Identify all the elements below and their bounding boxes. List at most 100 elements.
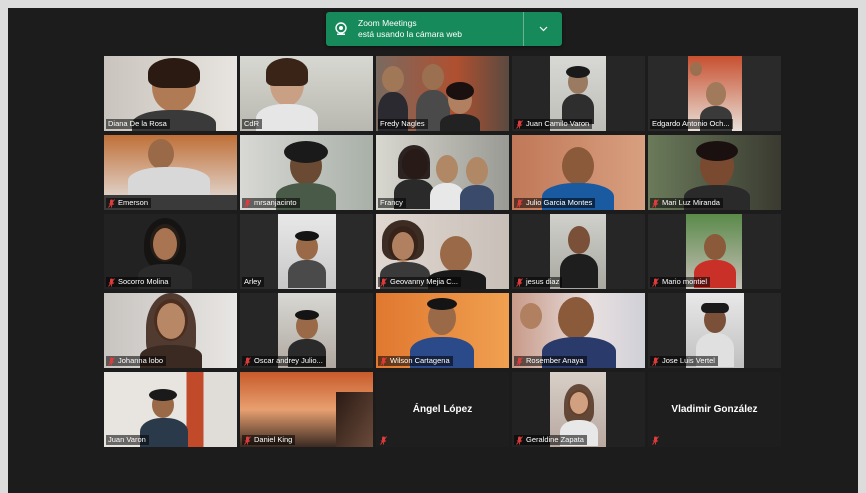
participant-name: CdR [244,119,260,128]
participant-label: Julio Garcia Montes [514,198,596,208]
camera-notification[interactable]: Zoom Meetings está usando la cámara web [326,12,562,46]
participant-name: Geovanny Mejia C... [390,277,458,286]
video-tile[interactable]: Juan Camilo Varon [512,56,645,131]
participant-label: Wilson Cartagena [378,356,453,366]
mic-muted-icon [516,198,523,208]
video-tile[interactable]: Diana De la Rosa [104,56,237,131]
participant-label: Daniel King [242,435,296,445]
participant-name: mrsanjacinto [254,198,297,207]
participant-label: Emerson [106,198,152,208]
video-tile[interactable]: Arley [240,214,373,289]
participant-name: Fredy Nagles [380,119,425,128]
video-tile[interactable]: Edgardo Antonio Och... [648,56,781,131]
participant-name: Julio Garcia Montes [526,198,593,207]
participant-label: Geovanny Mejia C... [378,277,461,287]
mic-muted-icon [244,435,251,445]
video-tile[interactable]: Socorro Molina [104,214,237,289]
video-tile[interactable]: Geraldine Zapata [512,372,645,447]
video-tile[interactable]: mrsanjacinto [240,135,373,210]
video-tile[interactable]: Geovanny Mejia C... [376,214,509,289]
mic-muted-icon [516,277,523,287]
participant-name: Jose Luis Vertel [662,356,715,365]
participant-label: Johanna lobo [106,356,167,366]
participant-label: Fredy Nagles [378,119,428,129]
participant-label: Juan Varon [106,435,149,445]
participant-label: jesus diaz [514,277,563,287]
chevron-down-icon[interactable] [524,12,562,46]
video-tile[interactable]: Julio Garcia Montes [512,135,645,210]
mic-muted-icon [652,356,659,366]
video-tile[interactable]: Fredy Nagles [376,56,509,131]
participant-name: Daniel King [254,435,293,444]
participant-label: mrsanjacinto [242,198,300,208]
mic-muted-icon [108,277,115,287]
participant-label: Socorro Molina [106,277,172,287]
video-tile[interactable]: Johanna lobo [104,293,237,368]
video-tile[interactable]: Jose Luis Vertel [648,293,781,368]
gallery-grid: Diana De la Rosa CdR Fredy Nagles Juan C… [104,56,781,447]
participant-label: Rosember Anaya [514,356,587,366]
mic-muted-icon [108,198,115,208]
video-tile[interactable]: Mari Luz Miranda [648,135,781,210]
mic-muted-icon [652,436,659,445]
video-tile-camera-off[interactable]: Vladimir González [648,372,781,447]
video-tile[interactable]: Oscar andrey Julio... [240,293,373,368]
video-tile[interactable]: Wilson Cartagena [376,293,509,368]
participant-name: Arley [244,277,262,286]
participant-name: Emerson [118,198,149,207]
webcam-icon [326,12,356,46]
participant-label: Francy [378,198,406,208]
video-tile-camera-off[interactable]: Ángel López [376,372,509,447]
mic-muted-icon [652,198,659,208]
video-tile[interactable]: Mario montiel [648,214,781,289]
participant-label: CdR [242,119,263,129]
participant-label: Mario montiel [650,277,711,287]
mic-muted-icon [108,356,115,366]
participant-name: Rosember Anaya [526,356,584,365]
participant-label: Oscar andrey Julio... [242,356,326,366]
mic-muted-icon [516,435,523,445]
video-tile[interactable]: Rosember Anaya [512,293,645,368]
mic-muted-icon [516,356,523,366]
participant-label: Juan Camilo Varon [514,119,593,129]
participant-name: Mari Luz Miranda [662,198,720,207]
video-tile[interactable]: CdR [240,56,373,131]
participant-name: jesus diaz [526,277,560,286]
notification-message: está usando la cámara web [358,29,462,39]
participant-name: Socorro Molina [118,277,169,286]
participant-label [378,436,393,445]
participant-name: Juan Camilo Varon [526,119,590,128]
video-tile[interactable]: Juan Varon [104,372,237,447]
participant-name: Diana De la Rosa [108,119,167,128]
participant-label: Geraldine Zapata [514,435,587,445]
participant-name: Juan Varon [108,435,146,444]
mic-muted-icon [516,119,523,129]
mic-muted-icon [380,436,387,445]
mic-muted-icon [244,356,251,366]
participant-name: Mario montiel [662,277,708,286]
mic-muted-icon [244,198,251,208]
participant-name: Geraldine Zapata [526,435,584,444]
video-tile-active-speaker[interactable]: Francy [376,135,509,210]
notification-text: Zoom Meetings está usando la cámara web [356,18,523,40]
participant-name: Francy [380,198,403,207]
mic-muted-icon [380,277,387,287]
participant-name: Wilson Cartagena [390,356,450,365]
participant-name: Johanna lobo [118,356,164,365]
notification-title: Zoom Meetings [358,18,417,28]
participant-label: Mari Luz Miranda [650,198,723,208]
participant-label [650,436,665,445]
participant-label: Edgardo Antonio Och... [650,119,733,129]
zoom-window: Zoom Meetings está usando la cámara web … [8,8,858,493]
participant-display-name: Vladimir González [671,404,758,415]
participant-name: Edgardo Antonio Och... [652,119,730,128]
participant-name: Oscar andrey Julio... [254,356,323,365]
participant-label: Diana De la Rosa [106,119,170,129]
participant-label: Arley [242,277,265,287]
participant-label: Jose Luis Vertel [650,356,718,366]
video-tile[interactable]: jesus diaz [512,214,645,289]
video-tile[interactable]: Emerson [104,135,237,210]
video-tile[interactable]: Daniel King [240,372,373,447]
mic-muted-icon [652,277,659,287]
participant-display-name: Ángel López [412,404,473,415]
